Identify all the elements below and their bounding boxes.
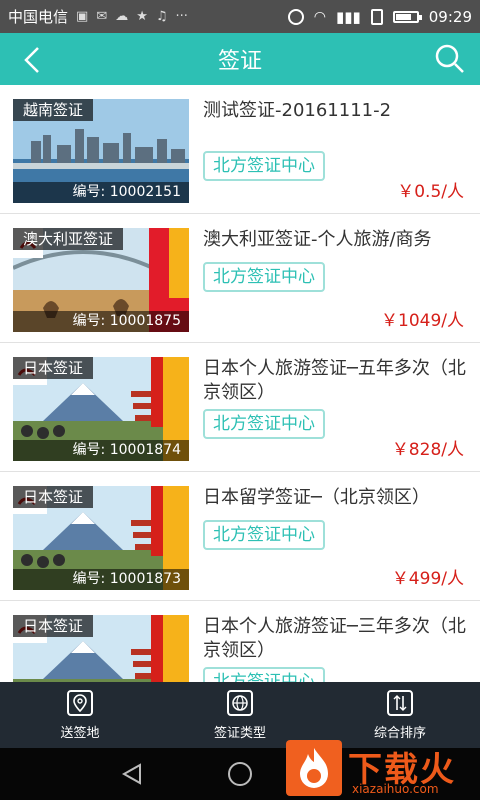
visa-list-item[interactable]: 日本签证 编号: 10001873 日本留学签证─（北京领区） 北方签证中心 ￥… [0,472,480,601]
tab-sort[interactable]: 综合排序 [320,682,480,748]
notification-icons: ▣ ✉ ☁ ★ ♫ ··· [76,9,188,24]
star-icon: ★ [136,9,148,24]
visa-code: 编号: 10001875 [13,311,189,332]
visa-thumbnail: 澳大利亚签证 编号: 10001875 [13,228,189,332]
signal-icon: ▮▮▮ [336,7,361,26]
tab-label: 综合排序 [373,725,426,741]
app-header: 签证 [0,33,480,85]
location-pin-icon [67,689,93,716]
status-time: 09:29 [428,7,472,26]
cloud-icon: ☁ [115,9,129,24]
visa-thumbnail: 越南签证 编号: 10002151 [13,99,189,203]
visa-code: 编号: 10001873 [13,569,189,590]
visa-price: ￥499/人 [391,569,464,589]
visa-center-badge: 北方签证中心 [203,262,325,292]
visa-list-item[interactable]: 日本签证 编号: 10001874 日本个人旅游签证─五年多次（北京领区） 北方… [0,343,480,472]
visa-center-badge: 北方签证中心 [203,409,325,439]
visa-title: 日本个人旅游签证─五年多次（北京领区） [203,358,466,403]
page-title: 签证 [217,49,262,74]
visa-price: ￥1049/人 [381,311,464,331]
visa-code: 编号: 10002151 [13,182,189,203]
tab-visa-type[interactable]: 签证类型 [160,682,320,748]
status-bar: 中国电信 ▣ ✉ ☁ ★ ♫ ··· ◠ ▮▮▮ 09:29 [0,0,480,33]
filter-tab-bar: 送签地 签证类型 综合排序 [0,682,480,748]
visa-center-badge: 北方签证中心 [203,520,325,550]
visa-list-item[interactable]: 越南签证 编号: 10002151 测试签证-20161111-2 北方签证中心… [0,85,480,214]
sim-icon [370,8,383,25]
visa-thumbnail: 日本签证 编号: 10001873 [13,486,189,590]
flame-logo-icon [286,740,342,796]
tab-label: 送签地 [60,725,100,741]
watermark-logo: 下载火 xiazaihuo.com [286,740,480,800]
country-tag: 日本签证 [13,486,94,508]
image-icon: ▣ [76,9,89,24]
message-icon: ✉ [96,9,108,24]
visa-title: 日本留学签证─（北京领区） [203,487,430,508]
music-icon: ♫ [155,9,168,24]
back-icon[interactable] [14,42,50,78]
nav-back-icon[interactable] [120,762,144,786]
visa-title: 澳大利亚签证-个人旅游/商务 [203,229,432,250]
tab-label: 签证类型 [213,725,266,741]
visa-title: 测试签证-20161111-2 [203,100,392,121]
visa-price: ￥0.5/人 [397,182,464,202]
visa-list: 越南签证 编号: 10002151 测试签证-20161111-2 北方签证中心… [0,85,480,682]
globe-icon [227,689,253,716]
tab-send-location[interactable]: 送签地 [0,682,160,748]
alarm-icon [287,8,304,25]
carrier-label: 中国电信 [8,8,69,26]
visa-code: 编号: 10001874 [13,440,189,461]
more-icon: ··· [175,9,188,24]
search-icon[interactable] [432,41,468,77]
visa-thumbnail: 日本签证 编号: 10001874 [13,357,189,461]
country-tag: 越南签证 [13,99,94,121]
sort-icon [387,689,413,716]
nav-home-icon[interactable] [228,762,252,786]
visa-center-badge: 北方签证中心 [203,667,325,682]
country-tag: 日本签证 [13,615,94,637]
visa-title: 日本个人旅游签证─三年多次（北京领区） [203,616,466,661]
battery-icon [392,10,422,23]
visa-price: ￥828/人 [391,440,464,460]
visa-thumbnail: 日本签证 [13,615,189,682]
country-tag: 澳大利亚签证 [13,228,124,250]
visa-center-badge: 北方签证中心 [203,151,325,181]
wifi-icon: ◠ [313,8,326,25]
country-tag: 日本签证 [13,357,94,379]
visa-list-item[interactable]: 日本签证 日本个人旅游签证─三年多次（北京领区） 北方签证中心 [0,601,480,682]
visa-list-item[interactable]: 澳大利亚签证 编号: 10001875 澳大利亚签证-个人旅游/商务 北方签证中… [0,214,480,343]
watermark-url: xiazaihuo.com [352,782,439,796]
